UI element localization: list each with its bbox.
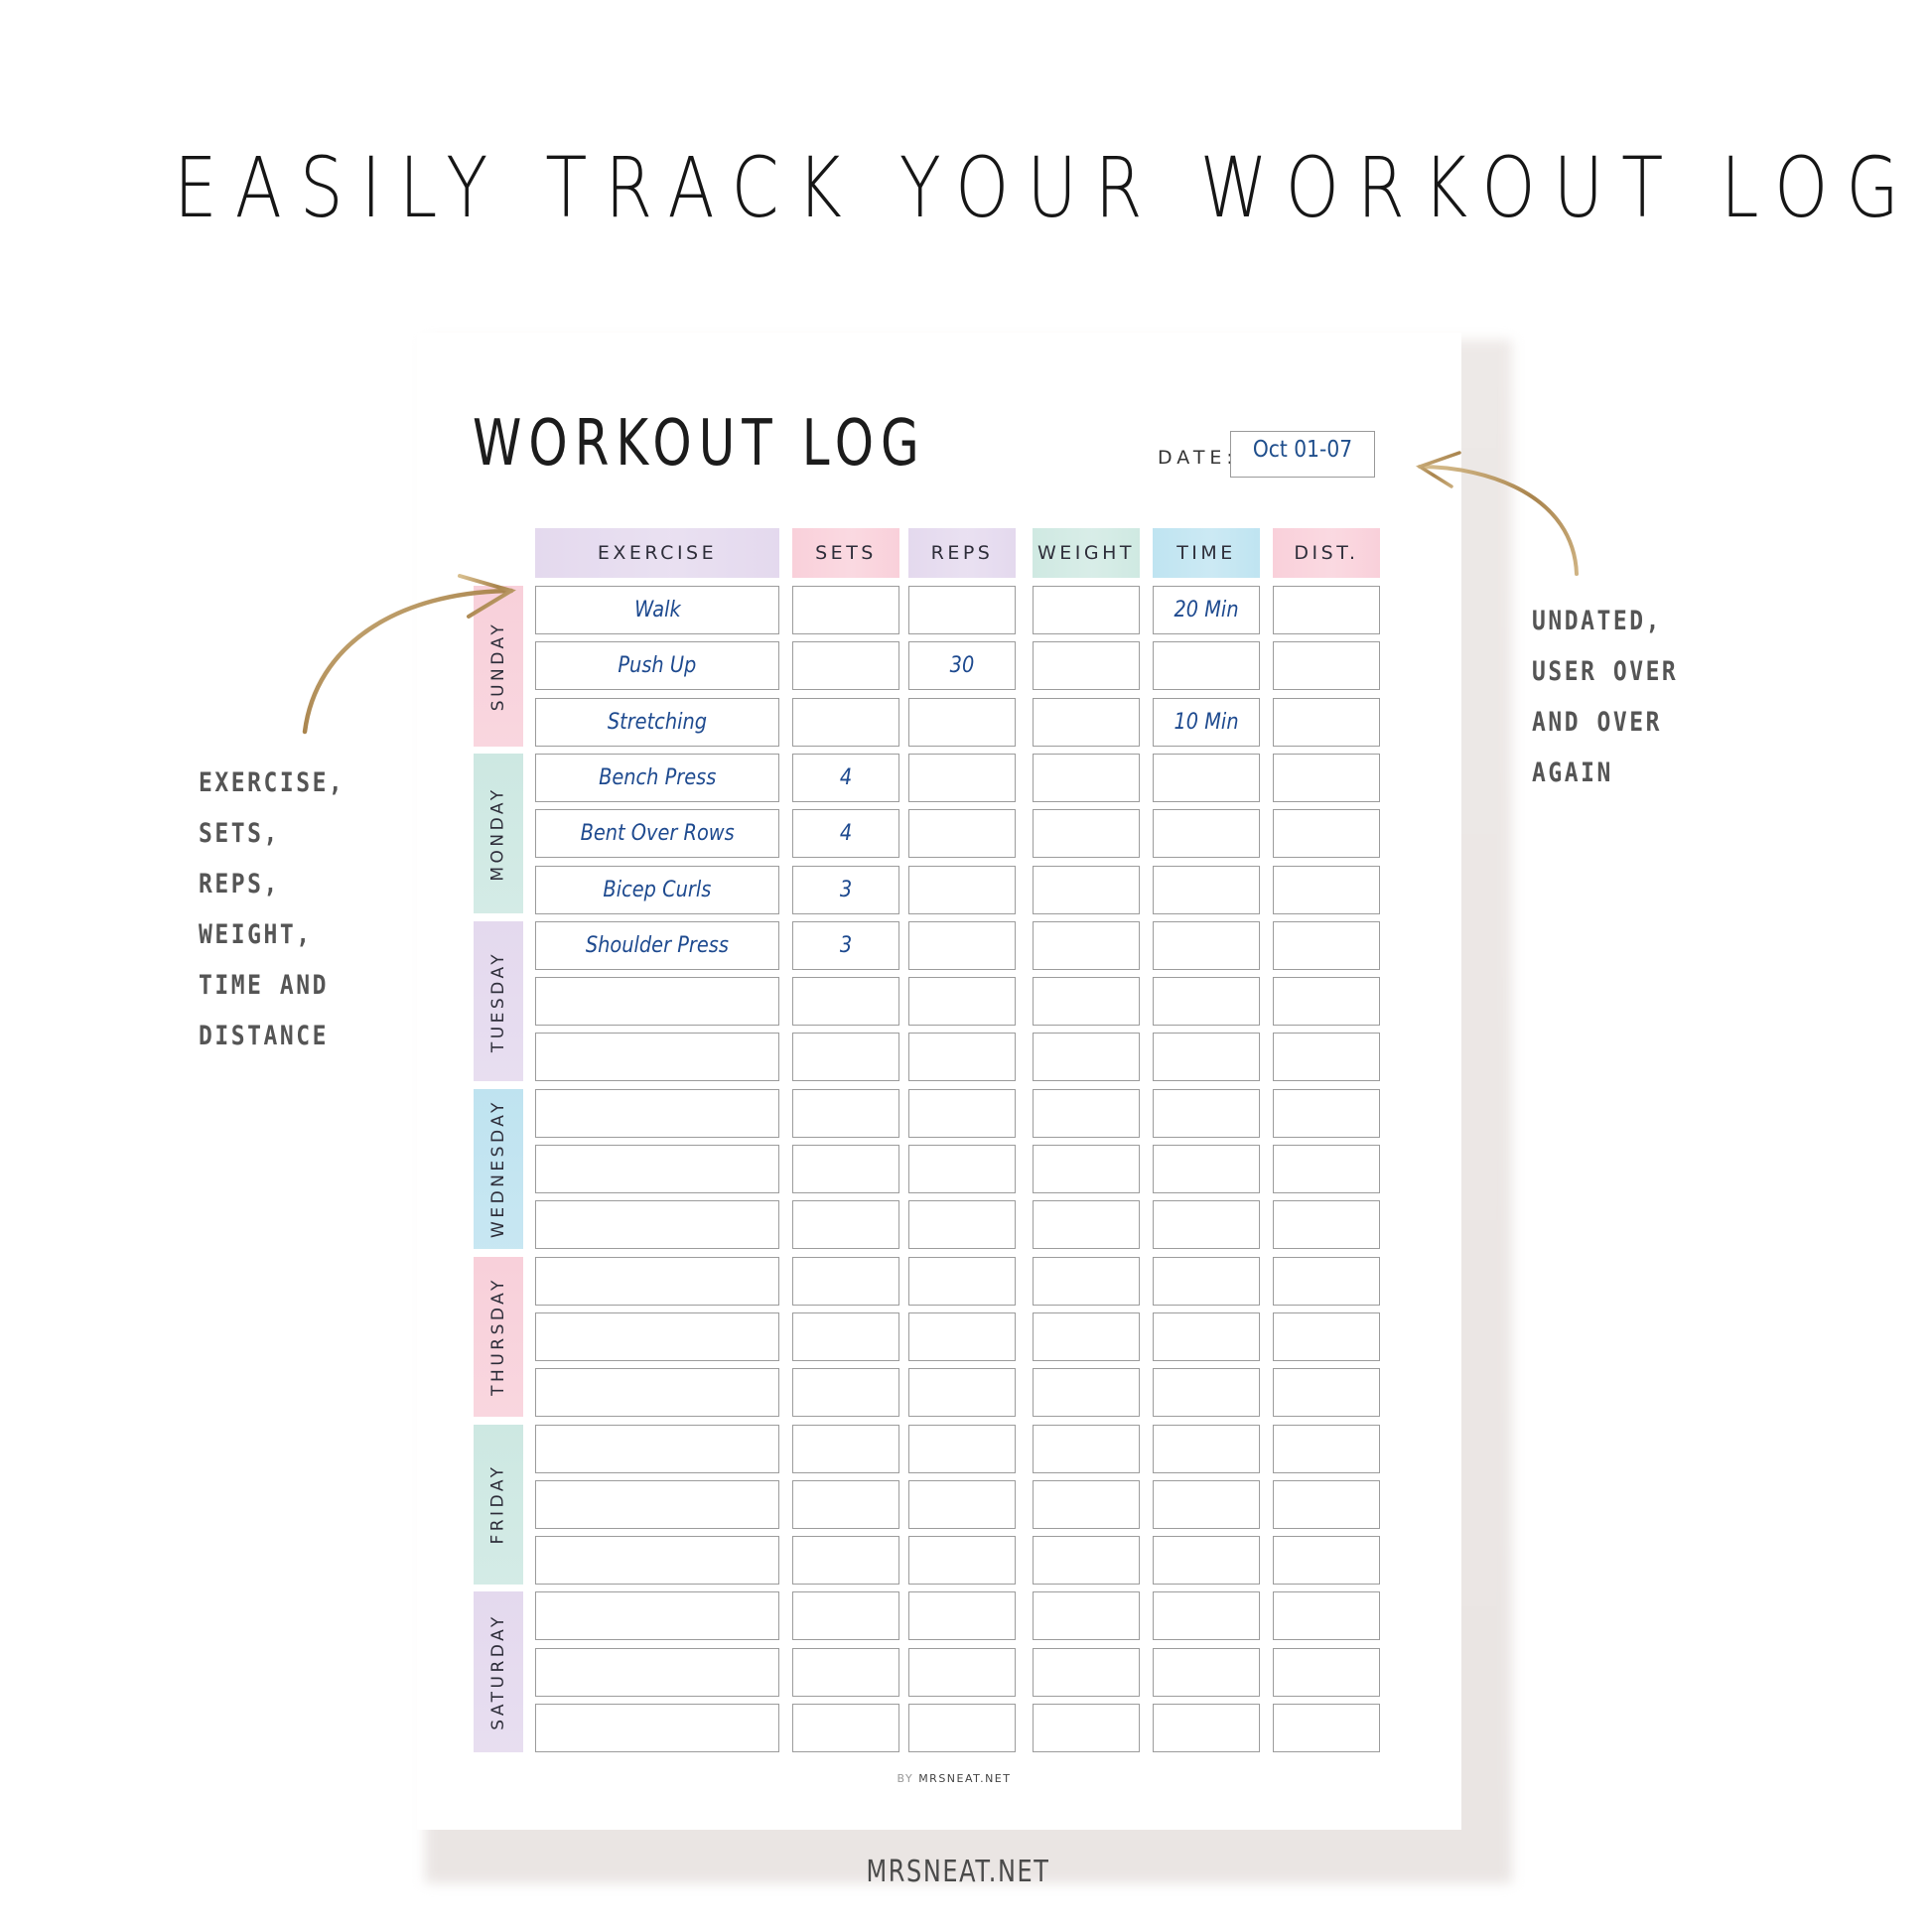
arrows-layer [302, 451, 1579, 735]
brand-watermark: MRSNEAT.NET [866, 1855, 1050, 1889]
curved-arrow-right-icon [302, 574, 516, 735]
footer-credit: BY MRSNEAT.NET [0, 1772, 1920, 1785]
footer-by: BY [897, 1772, 914, 1785]
curved-arrow-left-icon [1415, 451, 1579, 576]
footer-site: MRSNEAT.NET [918, 1772, 1012, 1785]
